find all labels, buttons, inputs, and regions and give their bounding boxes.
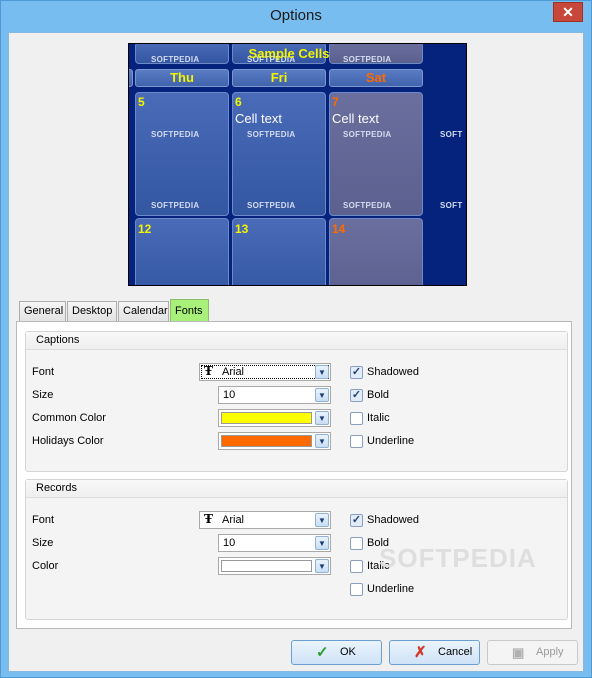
checkbox-box[interactable] bbox=[350, 435, 363, 448]
checkbox-box[interactable] bbox=[350, 537, 363, 550]
watermark-text: SOFTPEDIA bbox=[343, 201, 392, 210]
date-number: 13 bbox=[235, 222, 249, 236]
checkbox-box[interactable] bbox=[350, 412, 363, 425]
day-header-fri: Fri bbox=[232, 69, 326, 87]
captions-font-value: Arial bbox=[222, 366, 245, 378]
tab-general[interactable]: General bbox=[19, 301, 66, 321]
cell-text: Cell text bbox=[332, 111, 379, 126]
records-font-value: Arial bbox=[222, 514, 245, 526]
captions-header: Captions bbox=[26, 332, 567, 350]
captions-bold-label: Bold bbox=[367, 389, 390, 401]
options-window: Options ✕ SOFTPEDIA SOFTPEDIA SOFTPEDIA … bbox=[0, 0, 592, 678]
fonts-panel: Captions Font Ŧ Arial ▼ Size 10 ▼ Common… bbox=[16, 321, 572, 629]
records-shadowed-label: Shadowed bbox=[367, 514, 419, 526]
sample-cells-preview: SOFTPEDIA SOFTPEDIA SOFTPEDIA Sample Cel… bbox=[128, 43, 467, 286]
chevron-down-icon[interactable]: ▼ bbox=[315, 559, 329, 573]
day-header-sat: Sat bbox=[329, 69, 423, 87]
date-number: 7 bbox=[332, 95, 339, 109]
watermark-text: SOFT bbox=[440, 201, 463, 210]
chevron-down-icon[interactable]: ▼ bbox=[315, 434, 329, 448]
preview-cell bbox=[135, 92, 229, 216]
captions-group: Captions Font Ŧ Arial ▼ Size 10 ▼ Common… bbox=[25, 331, 568, 472]
chevron-down-icon[interactable]: ▼ bbox=[315, 513, 329, 527]
softpedia-watermark: SOFTPEDIA bbox=[379, 543, 537, 573]
watermark-text: SOFT bbox=[440, 130, 463, 139]
records-size-value: 10 bbox=[223, 537, 236, 549]
close-button[interactable]: ✕ bbox=[553, 2, 583, 22]
tab-desktop[interactable]: Desktop bbox=[67, 301, 117, 321]
captions-size-value: 10 bbox=[223, 389, 236, 401]
watermark-text: SOFTPEDIA bbox=[343, 130, 392, 139]
watermark-text: SOFTPEDIA bbox=[151, 201, 200, 210]
captions-size-label: Size bbox=[32, 389, 54, 401]
captions-shadowed-label: Shadowed bbox=[367, 366, 419, 378]
records-size-label: Size bbox=[32, 537, 54, 549]
checkmark-icon[interactable]: ✓ bbox=[350, 366, 363, 379]
apply-button[interactable]: ▣ Apply bbox=[487, 640, 578, 665]
records-underline-label: Underline bbox=[367, 583, 415, 595]
captions-holidays-color-label: Holidays Color bbox=[32, 435, 104, 447]
captions-size-combo[interactable]: 10 ▼ bbox=[218, 386, 331, 404]
title-bar: Options ✕ bbox=[1, 1, 591, 31]
checkmark-icon[interactable]: ✓ bbox=[350, 389, 363, 402]
cancel-button[interactable]: ✗ Cancel bbox=[389, 640, 480, 665]
window-title: Options bbox=[270, 7, 322, 24]
date-number: 6 bbox=[235, 95, 242, 109]
date-number: 14 bbox=[332, 222, 346, 236]
ok-label: OK bbox=[340, 646, 356, 658]
ok-button[interactable]: ✓ OK bbox=[291, 640, 382, 665]
holidays-color-swatch bbox=[221, 435, 312, 447]
checkbox-box[interactable] bbox=[350, 560, 363, 573]
preview-title: Sample Cells bbox=[248, 46, 330, 61]
records-color-label: Color bbox=[32, 560, 59, 572]
day-header bbox=[129, 69, 133, 87]
watermark-text: SOFTPEDIA bbox=[151, 55, 200, 64]
records-font-label: Font bbox=[32, 514, 55, 526]
captions-italic-label: Italic bbox=[367, 412, 390, 424]
apply-label: Apply bbox=[536, 646, 564, 658]
date-number: 5 bbox=[138, 95, 145, 109]
captions-common-color-label: Common Color bbox=[32, 412, 106, 424]
tab-calendar[interactable]: Calendar bbox=[118, 301, 169, 321]
records-color-swatch bbox=[221, 560, 312, 572]
chevron-down-icon[interactable]: ▼ bbox=[315, 411, 329, 425]
watermark-text: SOFTPEDIA bbox=[247, 201, 296, 210]
cancel-label: Cancel bbox=[438, 646, 473, 658]
chevron-down-icon[interactable]: ▼ bbox=[315, 536, 329, 550]
checkbox-box[interactable] bbox=[350, 583, 363, 596]
records-size-combo[interactable]: 10 ▼ bbox=[218, 534, 331, 552]
chevron-down-icon[interactable]: ▼ bbox=[315, 365, 329, 379]
watermark-text: SOFTPEDIA bbox=[151, 130, 200, 139]
records-color-combo[interactable]: ▼ bbox=[218, 557, 331, 575]
font-type-icon: Ŧ bbox=[204, 364, 213, 378]
cell-text: Cell text bbox=[235, 111, 282, 126]
captions-font-combo[interactable]: Ŧ Arial ▼ bbox=[199, 363, 331, 381]
font-type-icon: Ŧ bbox=[204, 512, 213, 526]
dialog-body: SOFTPEDIA SOFTPEDIA SOFTPEDIA Sample Cel… bbox=[8, 32, 584, 672]
date-number: 12 bbox=[138, 222, 152, 236]
tab-fonts[interactable]: Fonts bbox=[170, 299, 209, 322]
captions-font-label: Font bbox=[32, 366, 55, 378]
checkmark-icon[interactable]: ✓ bbox=[350, 514, 363, 527]
checkmark-icon: ✓ bbox=[316, 644, 329, 661]
close-icon: ✗ bbox=[414, 644, 427, 661]
captions-underline-label: Underline bbox=[367, 435, 415, 447]
save-icon: ▣ bbox=[512, 645, 525, 660]
common-color-swatch bbox=[221, 412, 312, 424]
day-header-thu: Thu bbox=[135, 69, 229, 87]
records-header: Records bbox=[26, 480, 567, 498]
records-font-combo[interactable]: Ŧ Arial ▼ bbox=[199, 511, 331, 529]
watermark-text: SOFTPEDIA bbox=[247, 130, 296, 139]
captions-common-color-combo[interactable]: ▼ bbox=[218, 409, 331, 427]
chevron-down-icon[interactable]: ▼ bbox=[315, 388, 329, 402]
captions-holidays-color-combo[interactable]: ▼ bbox=[218, 432, 331, 450]
